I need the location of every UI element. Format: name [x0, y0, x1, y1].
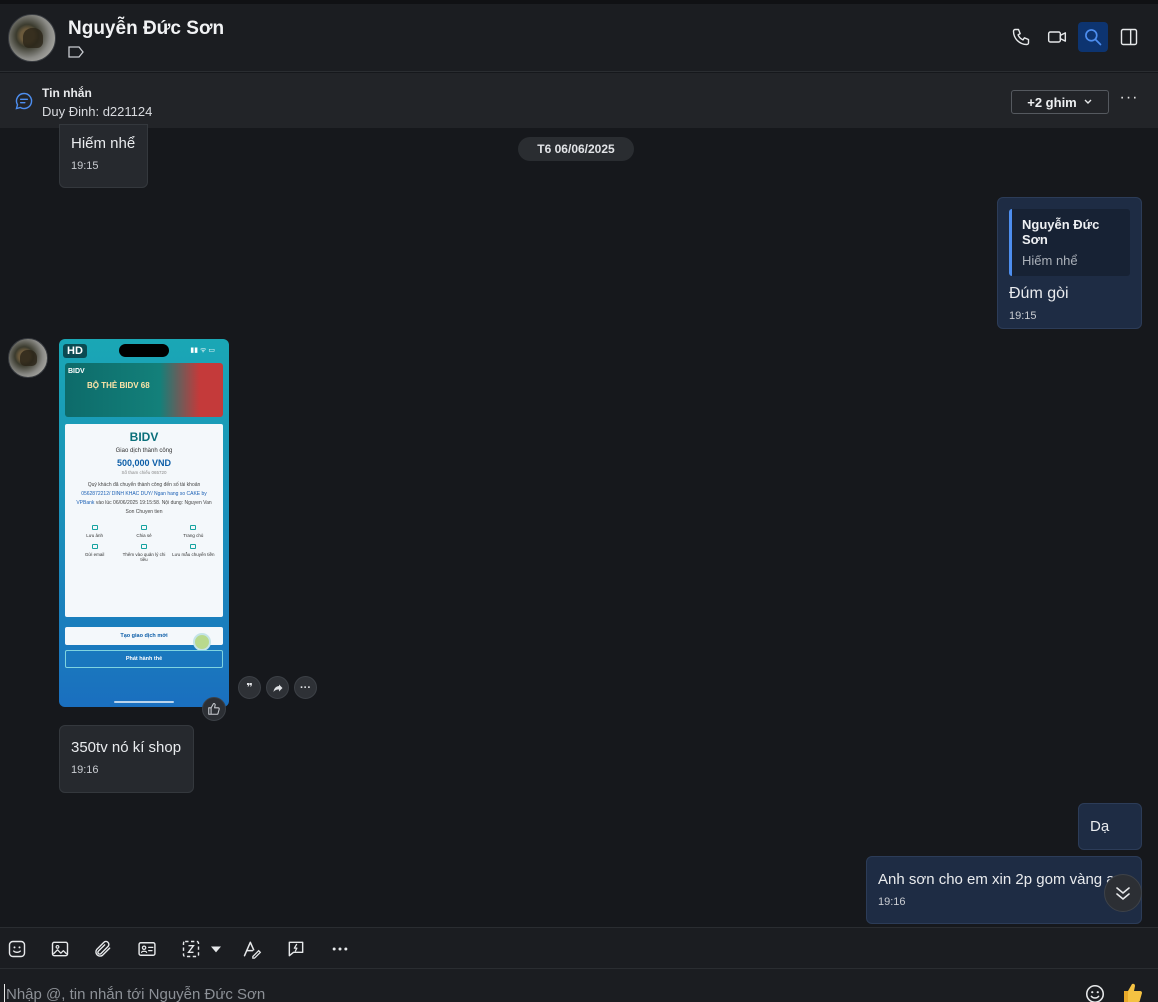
issue-card-button: Phát hành thẻ — [65, 650, 223, 668]
receipt-action: Lưu mẫu chuyển tiền — [170, 544, 217, 562]
more-icon[interactable] — [329, 938, 351, 960]
banner-title: BỘ THẺ BIDV 68 — [87, 381, 150, 390]
receipt-action: Chia sẻ — [120, 525, 167, 538]
quick-like-icon[interactable] — [1121, 981, 1145, 1002]
chat-header: Nguyễn Đức Sơn — [0, 0, 1158, 72]
floating-assistant-icon — [193, 633, 211, 651]
pin-more-button[interactable]: ··· — [1118, 89, 1140, 111]
contact-card-icon[interactable] — [136, 938, 158, 960]
message-input[interactable] — [4, 984, 1064, 1002]
hd-badge: HD — [63, 344, 87, 358]
message-time: 19:15 — [1009, 310, 1037, 322]
thumbs-up-icon — [208, 703, 220, 715]
more-actions-icon[interactable]: ··· — [294, 676, 317, 699]
message-text: Hiếm nhể — [71, 135, 136, 152]
double-chevron-down-icon — [1116, 887, 1130, 901]
receipt-action: Trang chủ — [170, 525, 217, 538]
quick-message-icon[interactable] — [285, 938, 307, 960]
message-text: Đúm gòi — [1009, 285, 1069, 302]
image-message[interactable]: ▮▮ ᯤ ▭ HD BIDV BỘ THẺ BIDV 68 BIDV Giao … — [59, 339, 229, 707]
scroll-to-bottom-button[interactable] — [1104, 874, 1142, 912]
receipt-desc-2: vào lúc 06/06/2025 19:15:58. Nội dung: N… — [95, 500, 212, 515]
attachment-icon[interactable] — [92, 938, 114, 960]
contact-name[interactable]: Nguyễn Đức Sơn — [68, 18, 224, 40]
more-pins-button[interactable]: +2 ghim — [1011, 90, 1109, 114]
quote-text: Hiếm nhể — [1022, 253, 1078, 268]
composer-toolbar — [0, 927, 1158, 969]
phone-icon[interactable] — [1006, 22, 1036, 52]
message-bubble[interactable]: 350tv nó kí shop 19:16 — [59, 725, 194, 793]
promo-banner: BIDV BỘ THẺ BIDV 68 — [65, 363, 223, 417]
more-pins-label: +2 ghim — [1027, 94, 1077, 110]
phone-status-bar: ▮▮ ᯤ ▭ — [190, 347, 215, 354]
receipt-action: Thêm vào quản lý chi tiêu — [120, 544, 167, 562]
date-separator: T6 06/06/2025 — [518, 137, 634, 161]
forward-icon[interactable] — [266, 676, 289, 699]
sticker-icon[interactable] — [6, 938, 28, 960]
receipt-logo: BIDV — [129, 430, 159, 444]
message-text: Dạ — [1090, 818, 1110, 835]
message-bubble-icon — [15, 92, 33, 110]
video-call-icon[interactable] — [1042, 22, 1072, 52]
phone-notch — [119, 344, 169, 357]
quote-reply-icon[interactable]: ❞ — [238, 676, 261, 699]
transfer-receipt: BIDV Giao dịch thành công 500,000 VND Số… — [65, 424, 223, 617]
message-time: 19:16 — [71, 764, 99, 776]
sender-avatar[interactable] — [8, 338, 48, 378]
message-bubble[interactable]: Hiếm nhể 19:15 — [59, 124, 148, 188]
message-time: 19:15 — [71, 160, 99, 172]
composer — [0, 969, 1158, 1002]
home-indicator — [114, 701, 174, 703]
screenshot-icon[interactable] — [180, 938, 202, 960]
screenshot-dropdown-icon[interactable] — [205, 938, 227, 960]
message-bubble[interactable]: Dạ — [1078, 803, 1142, 850]
search-icon[interactable] — [1078, 22, 1108, 52]
chevron-down-icon — [1084, 99, 1092, 104]
receipt-actions: Lưu ảnh Chia sẻ Trang chủ Gửi email Thêm… — [65, 517, 223, 562]
message-text: Anh sơn cho em xin 2p gom vàng ạ — [878, 871, 1115, 888]
contact-avatar[interactable] — [8, 14, 56, 62]
emoji-icon[interactable] — [1084, 983, 1106, 1002]
receipt-action: Lưu ảnh — [71, 525, 118, 538]
receipt-status: Giao dịch thành công — [115, 448, 173, 454]
tag-icon[interactable] — [68, 46, 84, 58]
message-bubble[interactable]: Nguyễn Đức Sơn Hiếm nhể Đúm gòi 19:15 — [997, 197, 1142, 329]
receipt-desc-1: Quý khách đã chuyển thành công đến số tà… — [87, 482, 201, 488]
message-time: 19:16 — [878, 896, 906, 908]
receipt-amount: 500,000 VND — [116, 458, 172, 468]
sidebar-toggle-icon[interactable] — [1114, 22, 1144, 52]
pinned-title: Tin nhắn — [42, 86, 92, 100]
image-icon[interactable] — [49, 938, 71, 960]
pinned-message-bar[interactable]: Tin nhắn Duy Đinh: d221124 +2 ghim ··· — [0, 73, 1158, 128]
receipt-description: Quý khách đã chuyển thành công đến số tà… — [65, 475, 223, 517]
message-bubble[interactable]: Anh sơn cho em xin 2p gom vàng ạ 19:16 — [866, 856, 1142, 924]
reply-quote[interactable]: Nguyễn Đức Sơn Hiếm nhể — [1009, 209, 1130, 276]
message-text: 350tv nó kí shop — [71, 739, 182, 756]
banner-logo: BIDV — [68, 368, 85, 375]
pinned-preview: Duy Đinh: d221124 — [42, 104, 153, 119]
receipt-action: Gửi email — [71, 544, 118, 562]
quote-author: Nguyễn Đức Sơn — [1022, 217, 1100, 247]
format-text-icon[interactable] — [241, 938, 263, 960]
reaction-like-button[interactable] — [202, 697, 226, 721]
